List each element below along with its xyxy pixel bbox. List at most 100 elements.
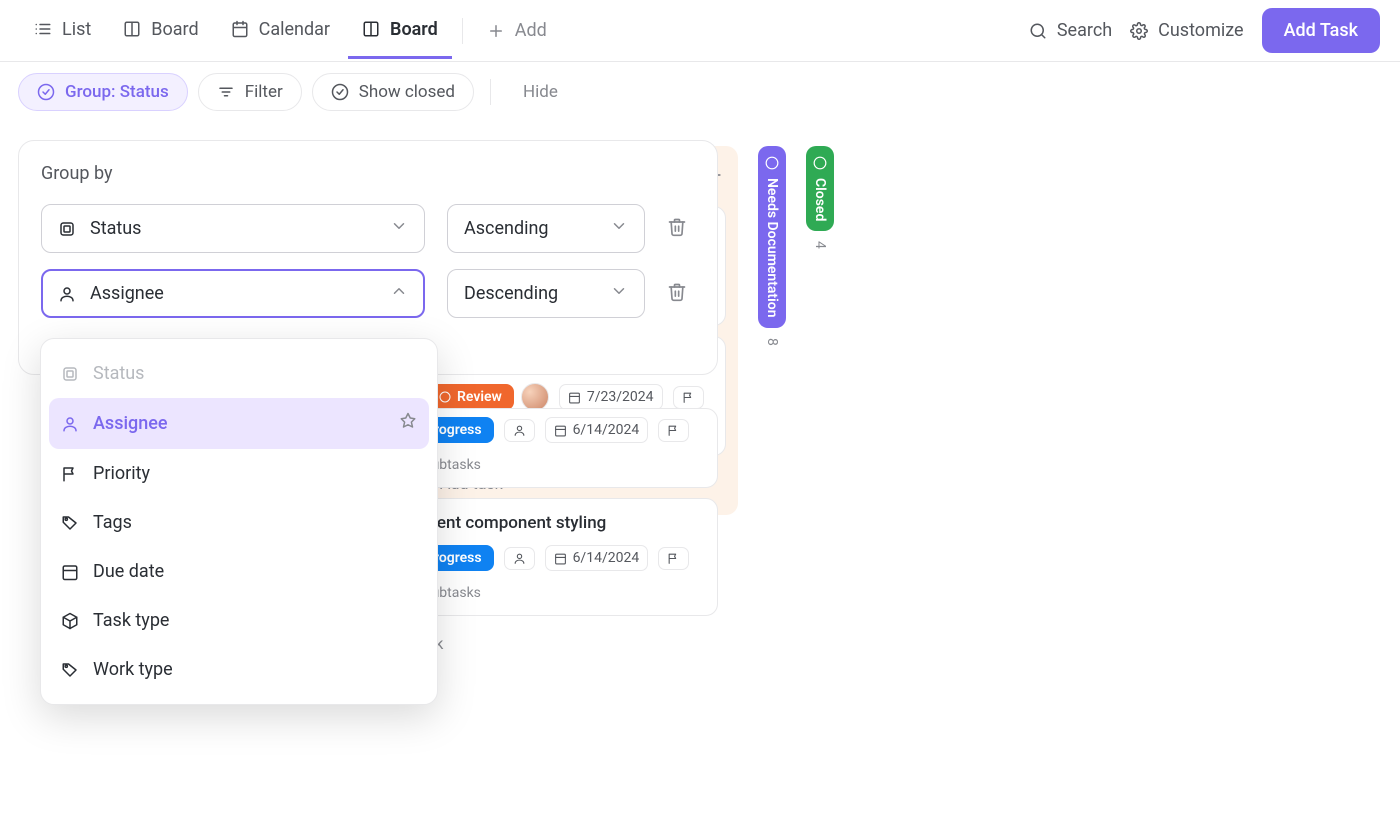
tag-icon — [61, 661, 79, 679]
hide-button[interactable]: Hide — [523, 82, 558, 102]
flag-icon — [667, 552, 680, 565]
priority-pill[interactable] — [673, 386, 704, 409]
dropdown-option-status[interactable]: Status — [49, 349, 429, 398]
subtasks-row[interactable]: 2 subtasks — [413, 585, 701, 601]
add-view-label: Add — [515, 20, 547, 41]
filter-chip-label: Filter — [245, 82, 283, 102]
due-date-pill[interactable]: 7/23/2024 — [559, 384, 663, 410]
filter-chip[interactable]: Filter — [198, 73, 302, 111]
trash-icon — [667, 282, 687, 302]
group-order-select[interactable]: Descending — [447, 269, 645, 318]
collapsed-column-closed[interactable]: Closed 4 — [806, 146, 834, 249]
collapsed-column-docs[interactable]: Needs Documentation 8 — [758, 146, 786, 345]
subtasks-row[interactable]: 2 subtasks — [413, 457, 701, 473]
group-chip-label: Group: Status — [65, 82, 169, 102]
dropdown-option-work-type[interactable]: Work type — [49, 645, 429, 694]
collapsed-pill: Needs Documentation — [758, 146, 786, 328]
board-icon — [362, 20, 380, 38]
flag-icon — [682, 391, 695, 404]
priority-pill[interactable] — [658, 547, 689, 570]
task-title: ement component styling — [413, 513, 701, 533]
calendar-icon — [568, 391, 581, 404]
group-chip[interactable]: Group: Status — [18, 73, 188, 111]
dropdown-option-due-date[interactable]: Due date — [49, 547, 429, 596]
calendar-icon — [61, 563, 79, 581]
panel-title: Group by — [41, 163, 695, 184]
view-tab-calendar[interactable]: Calendar — [217, 3, 344, 59]
assignee-empty[interactable] — [504, 547, 535, 570]
user-icon — [61, 415, 79, 433]
view-tab-label: List — [62, 19, 91, 40]
dropdown-option-tags[interactable]: Tags — [49, 498, 429, 547]
add-task-row[interactable]: d task — [396, 626, 718, 661]
divider — [490, 79, 491, 105]
dropdown-option-task-type[interactable]: Task type — [49, 596, 429, 645]
task-card[interactable]: Progress 6/14/2024 2 subtasks — [396, 408, 718, 488]
dropdown-option-assignee[interactable]: Assignee — [49, 398, 429, 449]
group-field-dropdown: Status Assignee Priority Tags Due date T… — [40, 338, 438, 705]
group-by-row: Status Ascending — [41, 204, 695, 253]
pin-icon[interactable] — [399, 412, 417, 435]
customize-button[interactable]: Customize — [1130, 20, 1243, 41]
search-icon — [1029, 22, 1047, 40]
delete-group-button[interactable] — [667, 282, 687, 306]
tag-icon — [61, 514, 79, 532]
group-order-select[interactable]: Ascending — [447, 204, 645, 253]
due-date-pill[interactable]: 6/14/2024 — [545, 417, 649, 443]
view-tab-label: Board — [390, 19, 438, 40]
calendar-icon — [231, 20, 249, 38]
status-dot-icon — [439, 391, 451, 403]
user-icon — [513, 424, 526, 437]
assignee-avatar[interactable] — [521, 383, 549, 411]
gear-icon — [1130, 22, 1148, 40]
group-by-row: Assignee Descending — [41, 269, 695, 318]
show-closed-chip[interactable]: Show closed — [312, 73, 474, 111]
due-date-pill[interactable]: 6/14/2024 — [545, 545, 649, 571]
dropdown-option-priority[interactable]: Priority — [49, 449, 429, 498]
filter-icon — [217, 83, 235, 101]
customize-label: Customize — [1158, 20, 1243, 41]
add-task-button[interactable]: Add Task — [1262, 8, 1380, 53]
view-tab-label: Calendar — [259, 19, 330, 40]
task-status-badge[interactable]: Review — [427, 384, 514, 410]
trash-icon — [667, 217, 687, 237]
user-icon — [513, 552, 526, 565]
flag-icon — [61, 465, 79, 483]
view-tab-list[interactable]: List — [20, 3, 105, 59]
column-in-progress-partial: Progress 6/14/2024 2 subtasks ement comp… — [396, 408, 718, 661]
cube-icon — [61, 612, 79, 630]
check-circle-icon — [331, 83, 349, 101]
collapsed-count: 4 — [812, 241, 828, 249]
group-field-select[interactable]: Status — [41, 204, 425, 253]
priority-pill[interactable] — [658, 419, 689, 442]
status-dot-icon — [765, 156, 779, 170]
task-card[interactable]: ement component styling Progress 6/14/20… — [396, 498, 718, 616]
view-tab-board-active[interactable]: Board — [348, 3, 452, 59]
calendar-icon — [554, 424, 567, 437]
collapsed-pill: Closed — [806, 146, 834, 231]
check-circle-icon — [37, 83, 55, 101]
delete-group-button[interactable] — [667, 217, 687, 241]
collapsed-count: 8 — [764, 338, 780, 346]
status-icon — [58, 220, 76, 238]
plus-icon — [487, 22, 505, 40]
status-icon — [61, 365, 79, 383]
view-tab-board-1[interactable]: Board — [109, 3, 212, 59]
search-label: Search — [1057, 20, 1112, 41]
chevron-down-icon — [610, 217, 628, 240]
assignee-empty[interactable] — [504, 419, 535, 442]
user-icon — [58, 285, 76, 303]
divider — [462, 18, 463, 44]
filter-bar: Group: Status Filter Show closed Hide — [0, 62, 1400, 122]
view-tab-label: Board — [151, 19, 198, 40]
board-icon — [123, 20, 141, 38]
chevron-up-icon — [390, 282, 408, 305]
chevron-down-icon — [390, 217, 408, 240]
group-field-select[interactable]: Assignee — [41, 269, 425, 318]
list-icon — [34, 20, 52, 38]
flag-icon — [667, 424, 680, 437]
chevron-down-icon — [610, 282, 628, 305]
search-button[interactable]: Search — [1029, 20, 1112, 41]
check-icon — [813, 156, 827, 170]
add-view-button[interactable]: Add — [473, 4, 561, 57]
